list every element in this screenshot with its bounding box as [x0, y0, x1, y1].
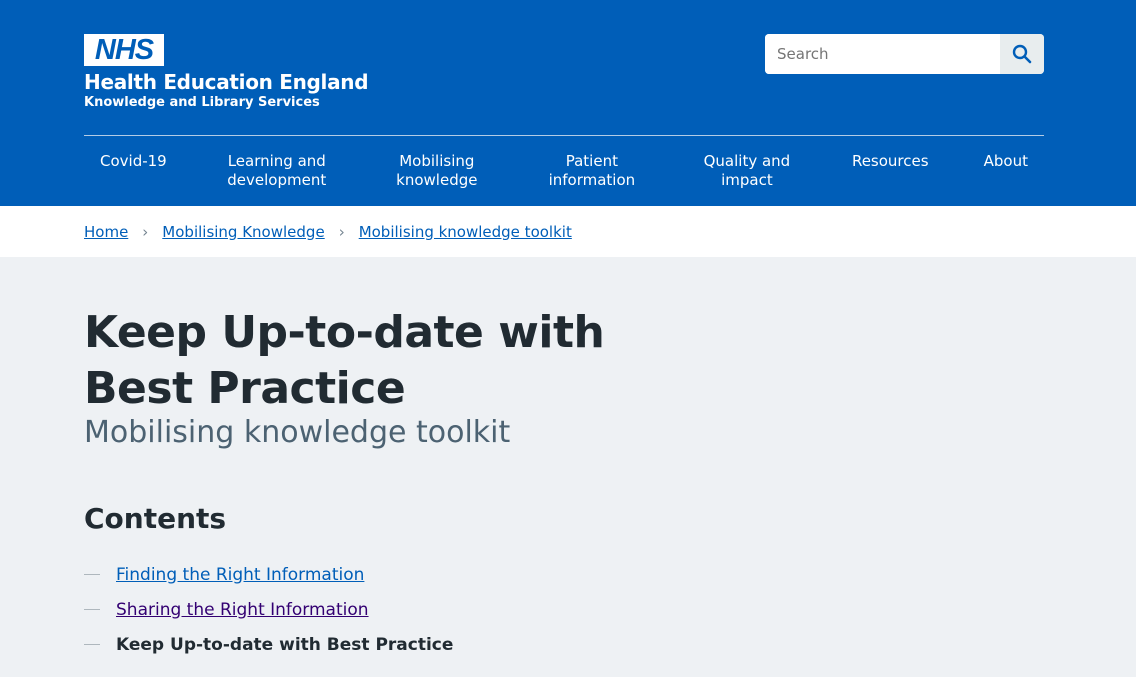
- page-title: Keep Up-to-date with Best Practice: [84, 307, 605, 414]
- main-nav: Covid-19 Learning and development Mobili…: [84, 135, 1044, 190]
- nav-resources[interactable]: Resources: [852, 152, 929, 190]
- search-form: [765, 34, 1044, 74]
- nav-mobilising[interactable]: Mobilising knowledge: [387, 152, 487, 190]
- breadcrumb-home[interactable]: Home: [84, 223, 128, 241]
- nav-quality[interactable]: Quality and impact: [697, 152, 797, 190]
- breadcrumb-toolkit[interactable]: Mobilising knowledge toolkit: [359, 223, 572, 241]
- nav-patient-info[interactable]: Patient information: [542, 152, 642, 190]
- dash-icon: [84, 574, 100, 575]
- contents-link-finding[interactable]: Finding the Right Information: [116, 565, 364, 585]
- contents-list: Finding the Right Information Sharing th…: [84, 557, 1136, 662]
- breadcrumb: Home › Mobilising Knowledge › Mobilising…: [0, 206, 1136, 257]
- org-subtitle: Knowledge and Library Services: [84, 95, 320, 110]
- page-caption: Mobilising knowledge toolkit: [84, 415, 511, 450]
- nav-covid-19[interactable]: Covid-19: [100, 152, 167, 190]
- chevron-right-icon: ›: [142, 222, 149, 241]
- dash-icon: [84, 644, 100, 645]
- search-button[interactable]: [1000, 34, 1044, 74]
- contents-link-sharing[interactable]: Sharing the Right Information: [116, 600, 369, 620]
- main-content: Keep Up-to-date with Best Practice Mobil…: [0, 305, 1136, 662]
- nav-learning[interactable]: Learning and development: [222, 152, 332, 190]
- nav-about[interactable]: About: [984, 152, 1028, 190]
- dash-icon: [84, 609, 100, 610]
- logo[interactable]: NHS Health Education England Knowledge a…: [84, 34, 369, 110]
- list-item: Sharing the Right Information: [84, 592, 1136, 627]
- search-icon: [1012, 44, 1032, 64]
- contents-current: Keep Up-to-date with Best Practice: [116, 634, 454, 655]
- list-item: Keep Up-to-date with Best Practice: [84, 627, 1136, 662]
- contents-heading: Contents: [84, 502, 227, 535]
- chevron-right-icon: ›: [338, 222, 345, 241]
- org-name: Health Education England: [84, 70, 369, 94]
- nhs-logo: NHS: [84, 34, 164, 66]
- site-header: NHS Health Education England Knowledge a…: [0, 0, 1136, 206]
- search-input[interactable]: [765, 34, 1000, 74]
- list-item: Finding the Right Information: [84, 557, 1136, 592]
- breadcrumb-mobilising[interactable]: Mobilising Knowledge: [162, 223, 324, 241]
